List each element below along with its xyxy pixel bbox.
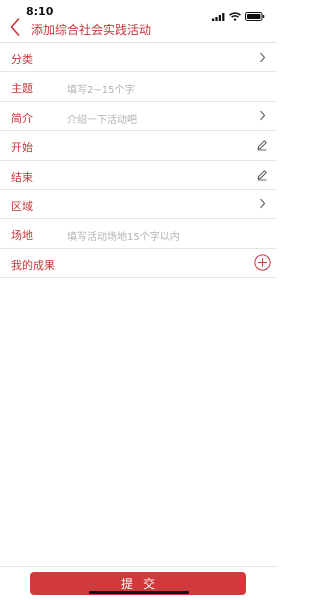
page-title: 添加综合社会实践活动 <box>31 23 152 37</box>
region-row[interactable]: 区域 <box>0 190 277 220</box>
intro-row[interactable]: 简介 介绍一下活动吧 <box>0 102 277 132</box>
chevron-left-icon <box>10 18 20 40</box>
category-row[interactable]: 分类 <box>0 43 277 73</box>
topic-label: 主题 <box>11 82 33 96</box>
topic-input[interactable]: 填写2~15个字 <box>67 81 134 96</box>
back-button[interactable] <box>6 18 24 40</box>
intro-label: 简介 <box>11 111 33 125</box>
achievements-row: 我的成果 <box>0 249 277 279</box>
intro-input[interactable]: 介绍一下活动吧 <box>67 111 137 126</box>
chevron-right-icon <box>255 197 269 211</box>
pencil-icon[interactable] <box>255 168 269 182</box>
divider <box>0 566 277 567</box>
end-label: 结束 <box>11 170 33 184</box>
topic-row[interactable]: 主题 填写2~15个字 <box>0 72 277 102</box>
activity-form: 分类 主题 填写2~15个字 简介 介绍一下活动吧 开始 结束 区域 场地 填写… <box>0 43 277 279</box>
home-indicator <box>89 591 189 594</box>
nav-bar: 添加综合社会实践活动 <box>0 18 277 40</box>
end-row[interactable]: 结束 <box>0 161 277 190</box>
pencil-icon[interactable] <box>255 138 269 152</box>
plus-circle-icon[interactable] <box>253 254 271 272</box>
category-label: 分类 <box>11 53 33 66</box>
status-time: 8:10 <box>26 5 54 18</box>
achievements-label: 我的成果 <box>11 258 55 272</box>
status-bar: 8:10 <box>0 0 277 21</box>
region-label: 区域 <box>11 199 33 213</box>
chevron-right-icon <box>255 50 269 64</box>
venue-row[interactable]: 场地 填写活动场地15个字以内 <box>0 219 277 249</box>
start-row[interactable]: 开始 <box>0 131 277 161</box>
screen: 8:10 添加综合社会实践活动 分类 主题 填写2~15个字 简介 介绍一下活动… <box>0 0 277 600</box>
venue-input[interactable]: 填写活动场地15个字以内 <box>67 228 180 243</box>
chevron-right-icon <box>255 109 269 123</box>
start-label: 开始 <box>11 141 33 155</box>
venue-label: 场地 <box>11 229 33 243</box>
